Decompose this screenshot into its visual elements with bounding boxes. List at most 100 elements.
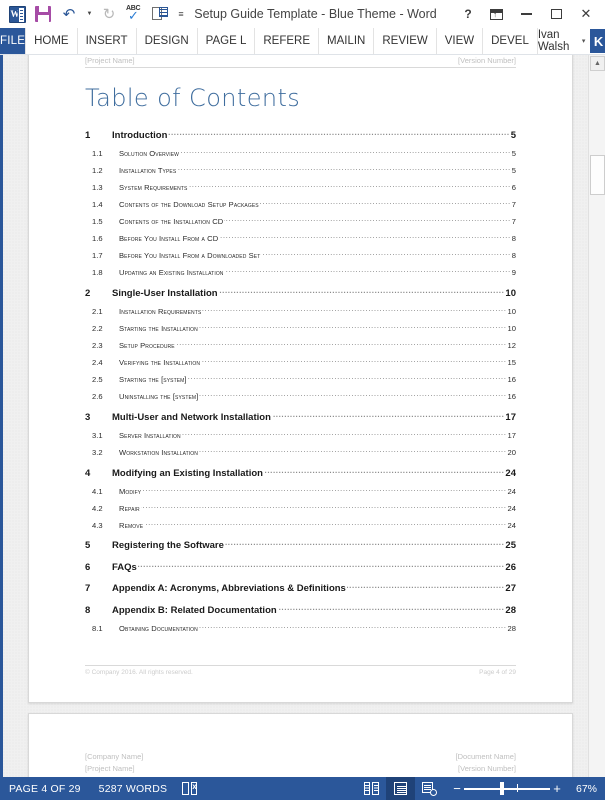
toc-entry-number: 5 bbox=[85, 540, 91, 552]
undo-icon[interactable]: ↶ bbox=[56, 2, 82, 26]
undo-dropdown-icon[interactable]: ▼ bbox=[82, 2, 96, 26]
toc-entry-number: 2.2 bbox=[92, 323, 103, 333]
toc-entry[interactable]: 1 Introduction 5 bbox=[85, 128, 516, 141]
tab-refere[interactable]: REFERE bbox=[255, 28, 320, 54]
save-icon[interactable] bbox=[30, 2, 56, 26]
next-page-header-line1: [Company Name] [Document Name] bbox=[85, 752, 516, 761]
toc-entry-text: Modify bbox=[119, 486, 142, 496]
toc-entry[interactable]: 1.2 Installation Types 5 bbox=[85, 165, 516, 175]
toc-dot-leader bbox=[225, 539, 505, 549]
zoom-level[interactable]: 67% bbox=[570, 783, 605, 795]
maximize-icon[interactable] bbox=[541, 1, 571, 27]
toc-entry[interactable]: 1.6 Before You Install From a CD 8 bbox=[85, 233, 516, 243]
customize-qat-icon[interactable]: ≡ bbox=[174, 2, 188, 26]
document-canvas[interactable]: [Project Name] [Version Number] Table of… bbox=[0, 55, 605, 777]
tab-page-l[interactable]: PAGE L bbox=[198, 28, 256, 54]
read-mode-view-button[interactable] bbox=[357, 777, 386, 800]
word-count[interactable]: 5287 WORDS bbox=[90, 783, 177, 795]
print-preview-icon[interactable] bbox=[148, 2, 174, 26]
toc-entry[interactable]: 2.1 Installation Requirements 10 bbox=[85, 306, 516, 316]
toc-dot-leader bbox=[188, 375, 507, 383]
toc-entry[interactable]: 6 FAQs 26 bbox=[85, 560, 516, 573]
tab-view[interactable]: VIEW bbox=[437, 28, 484, 54]
toc-dot-leader bbox=[182, 430, 507, 438]
tab-devel[interactable]: DEVEL bbox=[483, 28, 538, 54]
toc-entry[interactable]: 1.8 Updating an Existing Installation 9 bbox=[85, 268, 516, 278]
toc-dot-leader bbox=[199, 392, 506, 400]
toc-entry-page: 28 bbox=[505, 604, 516, 616]
zoom-slider[interactable] bbox=[463, 782, 550, 795]
minimize-icon[interactable] bbox=[511, 1, 541, 27]
spelling-grammar-icon[interactable]: ABC ✓ bbox=[122, 2, 148, 26]
toc-entry-page: 27 bbox=[505, 583, 516, 595]
toc-entry-page: 16 bbox=[507, 375, 516, 385]
toc-dot-leader bbox=[168, 128, 509, 138]
toc-entry[interactable]: 8.1 Obtaining Documentation 28 bbox=[85, 623, 516, 633]
account-dropdown-icon[interactable]: ▾ bbox=[582, 37, 586, 45]
toc-entry[interactable]: 1.7 Before You Install From a Downloaded … bbox=[85, 251, 516, 261]
footer-rule bbox=[85, 665, 516, 666]
header-left-text: [Project Name] bbox=[85, 56, 135, 65]
toc-entry[interactable]: 2.2 Starting the Installation 10 bbox=[85, 323, 516, 333]
toc-entry[interactable]: 3.2 Workstation Installation 20 bbox=[85, 447, 516, 457]
proofing-errors-icon[interactable]: x bbox=[176, 782, 203, 795]
toc-entry[interactable]: 1.3 System Requirements 6 bbox=[85, 182, 516, 192]
tab-insert[interactable]: INSERT bbox=[78, 28, 137, 54]
toc-entry[interactable]: 5 Registering the Software 25 bbox=[85, 539, 516, 552]
help-icon[interactable]: ? bbox=[455, 1, 481, 27]
zoom-slider-thumb[interactable] bbox=[499, 782, 504, 795]
toc-entry-text: Workstation Installation bbox=[119, 448, 198, 457]
toc-entry-number: 1.1 bbox=[92, 148, 103, 158]
toc-entry[interactable]: 1.1 Solution Overview 5 bbox=[85, 148, 516, 158]
toc-entry-text: Registering the Software bbox=[112, 540, 224, 552]
ribbon-display-options-icon[interactable] bbox=[481, 1, 511, 27]
toc-entry[interactable]: 2.6 Uninstalling the [system] 16 bbox=[85, 392, 516, 402]
tab-review[interactable]: REVIEW bbox=[374, 28, 437, 54]
toc-entry[interactable]: 4.1 Modify 24 bbox=[85, 486, 516, 496]
tab-home[interactable]: HOME bbox=[25, 28, 78, 54]
account-name[interactable]: Ivan Walsh bbox=[538, 29, 577, 53]
zoom-out-button[interactable]: − bbox=[450, 781, 464, 796]
toc-entry[interactable]: 1.4 Contents of the Download Setup Packag… bbox=[85, 199, 516, 209]
toc-entry[interactable]: 2.4 Verifying the Installation 15 bbox=[85, 358, 516, 368]
redo-icon[interactable]: ↻ bbox=[96, 2, 122, 26]
toc-entry-page: 26 bbox=[505, 561, 516, 573]
toc-entry[interactable]: 7 Appendix A: Acronyms, Abbreviations & D… bbox=[85, 582, 516, 595]
toc-entry[interactable]: 3 Multi-User and Network Installation 17 bbox=[85, 410, 516, 423]
toc-entry[interactable]: 4.3 Remove 24 bbox=[85, 520, 516, 530]
toc-entry[interactable]: 4 Modifying an Existing Installation 24 bbox=[85, 466, 516, 479]
toc-entry[interactable]: 1.5 Contents of the Installation CD 7 bbox=[85, 216, 516, 226]
scroll-up-icon[interactable]: ▲ bbox=[590, 56, 605, 71]
toc-entry-number: 1.3 bbox=[92, 182, 103, 192]
toc-entry-text: Remove bbox=[119, 520, 144, 530]
scrollbar-thumb[interactable] bbox=[590, 155, 605, 195]
toc-entry-number: 4.2 bbox=[92, 503, 103, 513]
toc-entry-page: 16 bbox=[507, 392, 516, 402]
tab-file[interactable]: FILE bbox=[0, 28, 26, 54]
read-mode-icon bbox=[363, 782, 379, 795]
toc-entry[interactable]: 2.3 Setup Procedure 12 bbox=[85, 340, 516, 350]
zoom-in-button[interactable]: + bbox=[550, 781, 564, 796]
toc-entry[interactable]: 4.2 Repair 24 bbox=[85, 503, 516, 513]
toc-entry-number: 2.4 bbox=[92, 358, 103, 368]
close-icon[interactable]: ✕ bbox=[571, 1, 601, 27]
tab-mailin[interactable]: MAILIN bbox=[319, 28, 375, 54]
vertical-scrollbar[interactable]: ▲ bbox=[588, 55, 605, 777]
toc-entry-text: Before You Install From a CD bbox=[119, 234, 219, 244]
toc-entry[interactable]: 2 Single-User Installation 10 bbox=[85, 286, 516, 299]
toc-entry[interactable]: 3.1 Server Installation 17 bbox=[85, 430, 516, 440]
toc-entry[interactable]: 8 Appendix B: Related Documentation 28 bbox=[85, 603, 516, 616]
tab-design[interactable]: DESIGN bbox=[137, 28, 198, 54]
print-layout-view-button[interactable] bbox=[385, 777, 415, 800]
toc-dot-leader bbox=[201, 358, 507, 366]
toc-entry-page: 15 bbox=[507, 358, 516, 368]
toc-dot-leader bbox=[177, 165, 510, 173]
toc-entry-text: FAQs bbox=[112, 561, 137, 573]
word-app-icon[interactable]: W bbox=[4, 2, 30, 26]
toc-entry-text: Starting the [system] bbox=[119, 375, 187, 385]
toc-entry[interactable]: 2.5 Starting the [system] 16 bbox=[85, 375, 516, 385]
web-layout-view-button[interactable] bbox=[415, 777, 444, 800]
toc-dot-leader bbox=[142, 486, 506, 494]
page-indicator[interactable]: PAGE 4 OF 29 bbox=[0, 783, 90, 795]
avatar[interactable]: K bbox=[590, 29, 605, 53]
